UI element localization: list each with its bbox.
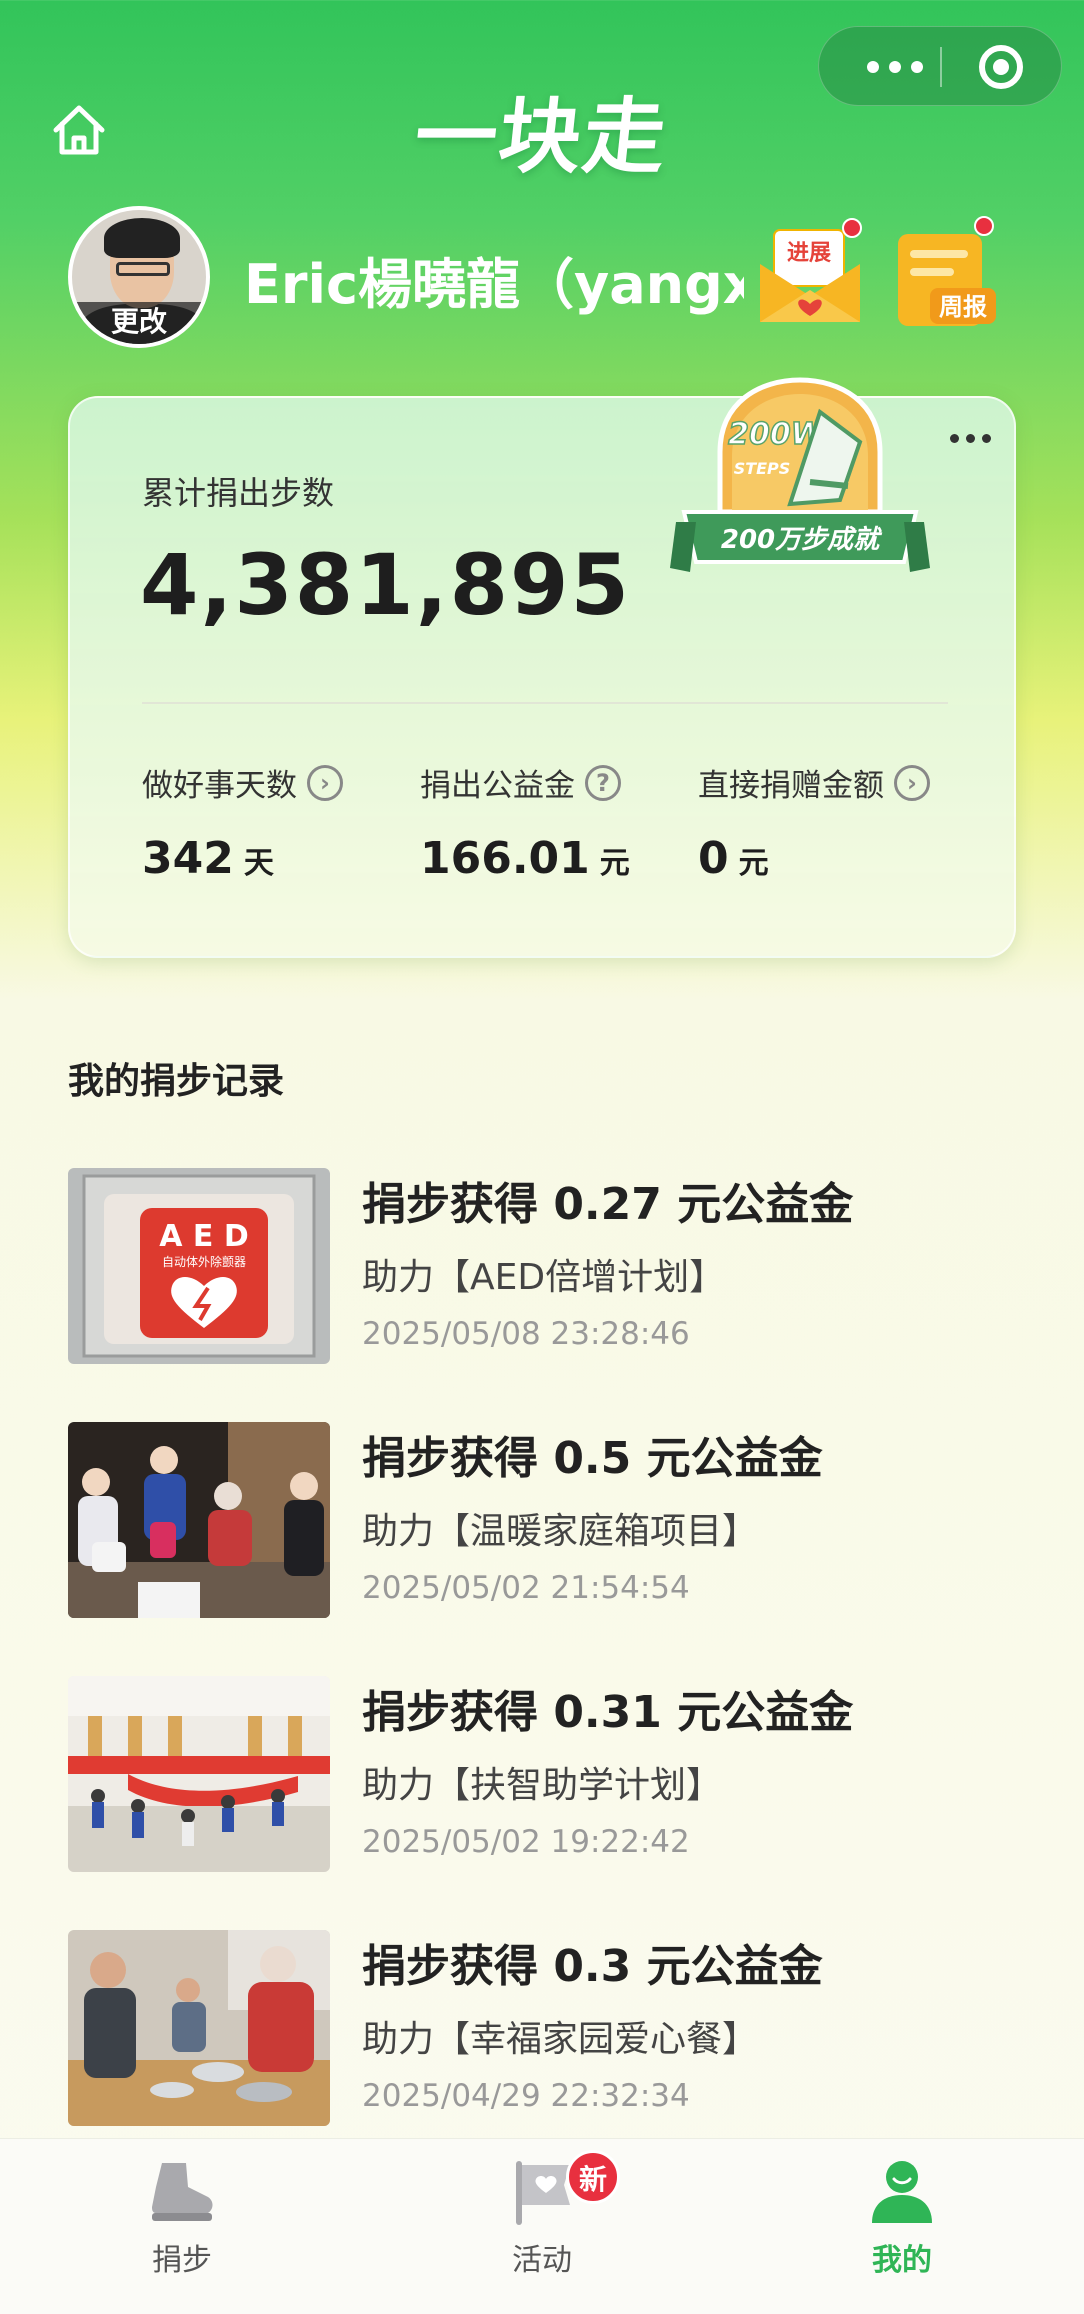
stat-donated-fund: 捐出公益金? 166.01 元	[420, 760, 630, 884]
stat-value: 166.01	[420, 833, 590, 884]
stat-value: 0	[698, 833, 729, 884]
capsule-divider	[940, 47, 942, 87]
record-time: 2025/04/29 22:32:34	[362, 2078, 690, 2114]
record-project: 助力【幸福家园爱心餐】	[362, 2019, 759, 2060]
stat-good-days: 做好事天数 › 342 天	[142, 760, 343, 884]
stat-label: 直接捐赠金额	[698, 768, 884, 804]
achievement-badge-icon[interactable]: 200W STEPS 200万步成就	[670, 372, 930, 642]
stat-unit: 元	[738, 846, 769, 881]
badge-ribbon-text: 200万步成就	[721, 525, 883, 555]
chevron-right-icon[interactable]: ›	[894, 764, 930, 801]
record-project: 助力【温暖家庭箱项目】	[362, 1511, 759, 1552]
school-hall-thumbnail-image	[68, 1676, 330, 1872]
weekly-report-icon[interactable]: 周报	[892, 214, 1002, 328]
stat-unit: 元	[599, 846, 630, 881]
shoe-icon	[152, 2163, 213, 2221]
tab-donate-steps[interactable]: 捐步	[82, 2139, 282, 2314]
help-question-icon[interactable]: ?	[585, 764, 621, 801]
record-time: 2025/05/02 21:54:54	[362, 1570, 690, 1606]
records-section-title: 我的捐步记录	[68, 1061, 285, 1102]
tab-label: 活动	[512, 2243, 572, 2278]
stats-card: 累计捐出步数 4,381,895 200W STEPS 200万步成就 做好事天…	[68, 377, 1016, 958]
stat-label: 捐出公益金	[420, 768, 575, 804]
record-time: 2025/05/08 23:28:46	[362, 1316, 690, 1352]
record-item[interactable]: 捐步获得 0.31 元公益金 助力【扶智助学计划】 2025/05/02 19:…	[68, 1676, 1016, 1872]
username: Eric楊曉龍（yangxi	[244, 253, 744, 316]
flag-icon	[516, 2161, 570, 2225]
app-title: 一块走	[410, 90, 673, 185]
tab-label: 我的	[872, 2243, 932, 2278]
mini-program-capsule	[818, 26, 1062, 106]
total-steps-value: 4,381,895	[140, 536, 631, 634]
envelope-label: 进展	[787, 241, 831, 266]
record-title: 捐步获得 0.5 元公益金	[362, 1433, 823, 1484]
bottom-tab-bar: 捐步 活动 我的	[0, 2138, 1084, 2314]
progress-envelope-icon[interactable]: 进展	[752, 216, 868, 330]
new-badge: 新	[566, 2150, 620, 2204]
stat-unit: 天	[243, 846, 274, 881]
thumb-aed-subtext: 自动体外除颤器	[162, 1254, 246, 1269]
stat-direct-donation: 直接捐赠金额 › 0元	[698, 760, 930, 884]
avatar-change-button[interactable]: 更改	[72, 302, 206, 344]
tab-mine[interactable]: 我的	[802, 2139, 1002, 2314]
elderly-meal-thumbnail-image	[68, 1930, 330, 2126]
record-item[interactable]: 捐步获得 0.3 元公益金 助力【幸福家园爱心餐】 2025/04/29 22:…	[68, 1930, 1016, 2126]
avatar[interactable]: 更改	[68, 206, 210, 348]
more-dots-icon[interactable]	[859, 55, 931, 79]
avatar-glasses	[116, 262, 170, 276]
aed-thumbnail-image: A E D 自动体外除颤器	[68, 1168, 330, 1364]
chevron-right-icon[interactable]: ›	[307, 764, 343, 801]
record-title: 捐步获得 0.3 元公益金	[362, 1941, 823, 1992]
record-title: 捐步获得 0.27 元公益金	[362, 1179, 854, 1230]
home-icon[interactable]	[50, 102, 108, 158]
stat-label: 做好事天数	[142, 768, 297, 804]
record-item[interactable]: A E D 自动体外除颤器 捐步获得 0.27 元公益金 助力【AED倍增计划】…	[68, 1168, 1016, 1364]
card-more-icon[interactable]	[950, 428, 1000, 448]
family-box-thumbnail-image	[68, 1422, 330, 1618]
thumb-aed-text: A E D	[159, 1219, 249, 1254]
card-divider	[142, 702, 948, 704]
avatar-hair	[104, 218, 180, 258]
record-project: 助力【AED倍增计划】	[362, 1257, 726, 1298]
stat-value: 342	[142, 833, 234, 884]
record-time: 2025/05/02 19:22:42	[362, 1824, 690, 1860]
record-project: 助力【扶智助学计划】	[362, 1765, 723, 1806]
person-icon	[872, 2161, 932, 2223]
total-steps-label: 累计捐出步数	[142, 474, 335, 512]
badge-steps-text: STEPS	[734, 459, 791, 478]
record-title: 捐步获得 0.31 元公益金	[362, 1687, 854, 1738]
close-target-icon[interactable]	[979, 45, 1023, 89]
record-item[interactable]: 捐步获得 0.5 元公益金 助力【温暖家庭箱项目】 2025/05/02 21:…	[68, 1422, 1016, 1618]
tab-label: 捐步	[152, 2243, 212, 2278]
report-label: 周报	[939, 293, 987, 321]
